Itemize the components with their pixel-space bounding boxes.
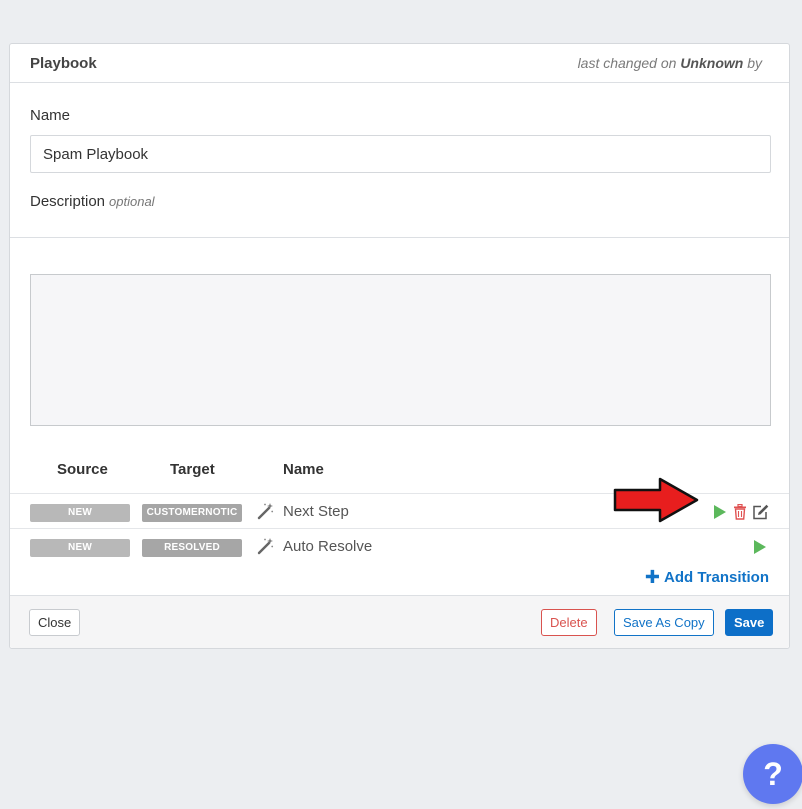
column-header-source: Source [57,461,108,478]
source-state-badge: NEW [30,539,130,557]
magic-wand-icon [257,503,274,520]
play-icon[interactable] [714,505,726,519]
last-changed-suffix: by [747,55,762,71]
description-label-row: Description optional [30,193,769,211]
playbook-panel: Playbook last changed on Unknown by Name… [9,43,790,649]
help-button[interactable]: ? [743,744,802,804]
trash-icon[interactable] [733,504,747,520]
panel-title: Playbook [30,54,97,72]
target-state-badge: CUSTOMERNOTIC [142,504,242,522]
add-transition-link[interactable]: ✚ Add Transition [645,568,769,586]
transition-row: NEW RESOLVED Auto Resolve [10,529,789,564]
description-label: Description [30,193,106,210]
play-icon[interactable] [754,540,766,554]
panel-header: Playbook last changed on Unknown by [10,44,789,83]
playbook-form: Name Descriptionoptional [10,83,789,238]
save-button[interactable]: Save [725,609,774,636]
column-header-target: Target [170,461,215,478]
last-changed-prefix: last changed on [577,55,677,71]
last-changed-value: Unknown [680,55,744,71]
name-label: Name [30,107,71,124]
name-input[interactable] [30,135,771,173]
close-button[interactable]: Close [29,609,81,636]
last-changed-info: last changed on Unknown by [578,55,762,71]
question-icon: ? [763,755,783,792]
panel-footer: Close Delete Save As Copy Save [10,595,789,648]
delete-button[interactable]: Delete [541,609,597,636]
description-optional-hint: optional [109,194,155,209]
edit-icon[interactable] [752,504,769,520]
add-transition-label: Add Transition [664,568,769,586]
target-state-badge: RESOLVED [142,539,242,557]
plus-icon: ✚ [644,567,660,587]
source-state-badge: NEW [30,504,130,522]
transition-name: Next Step [283,503,349,520]
column-header-name: Name [283,461,324,478]
playbook-diagram-canvas[interactable] [30,274,771,426]
red-arrow-annotation [613,477,699,523]
save-as-copy-button[interactable]: Save As Copy [614,609,714,636]
transition-name: Auto Resolve [283,538,373,555]
magic-wand-icon [257,538,274,555]
